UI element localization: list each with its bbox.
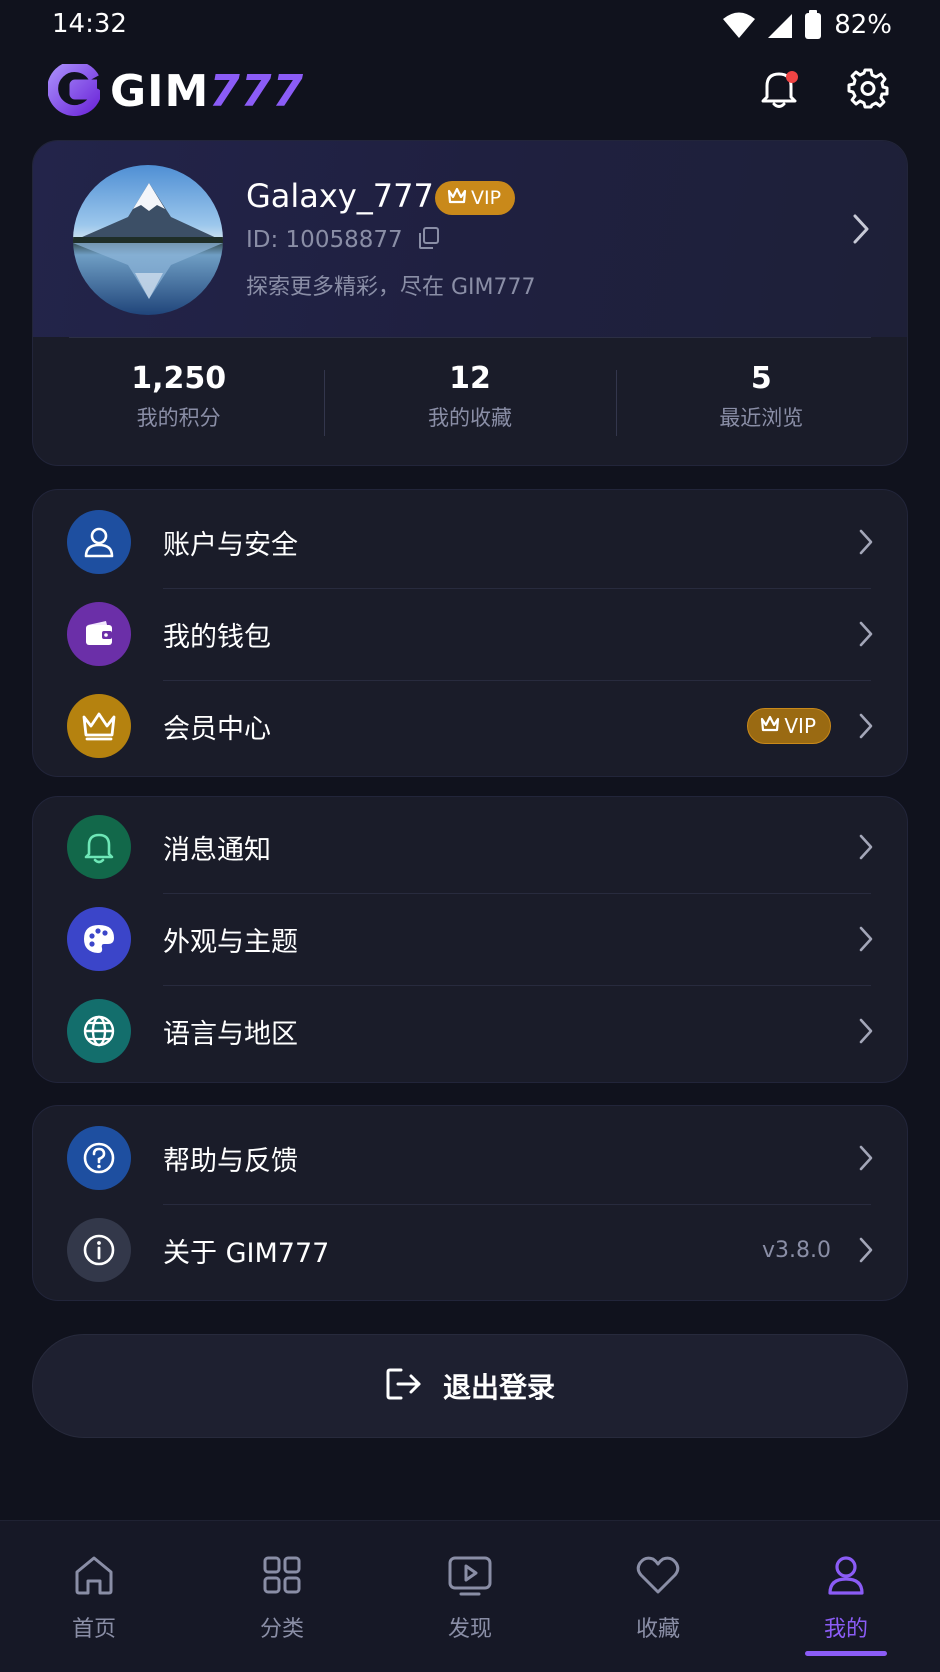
user-id-row: ID: 10058877 <box>246 226 441 254</box>
stat-recent[interactable]: 5 最近浏览 <box>615 338 907 465</box>
menu-group-support: 帮助与反馈 关于 GIM777 v3.8.0 <box>32 1105 908 1301</box>
menu-item-wallet[interactable]: 我的钱包 <box>33 588 907 680</box>
vip-badge: VIP <box>435 181 516 215</box>
logout-icon <box>385 1366 423 1406</box>
settings-button[interactable] <box>843 65 893 115</box>
signal-icon <box>766 11 794 39</box>
active-tab-indicator <box>805 1651 887 1656</box>
menu-item-notifications[interactable]: 消息通知 <box>33 801 907 893</box>
crown-icon <box>67 694 131 758</box>
tab-favorites[interactable]: 收藏 <box>564 1521 752 1672</box>
stat-label: 最近浏览 <box>719 405 804 430</box>
tab-label: 收藏 <box>635 1617 680 1642</box>
chevron-right-icon <box>857 1144 875 1176</box>
menu-item-membership[interactable]: 会员中心 VIP <box>33 680 907 772</box>
tab-categories[interactable]: 分类 <box>188 1521 376 1672</box>
wallet-icon <box>67 602 131 666</box>
battery-icon <box>804 10 822 40</box>
profile-summary[interactable]: Galaxy_777 VIP ID: 10058877 探索更多精彩，尽在 GI… <box>33 141 907 337</box>
menu-group-account: 账户与安全 我的钱包 会员中心 VIP <box>32 489 908 777</box>
tab-label: 发现 <box>447 1617 492 1642</box>
home-icon <box>72 1551 116 1599</box>
grid-icon <box>260 1551 304 1599</box>
stat-label: 我的积分 <box>136 405 221 430</box>
logout-label: 退出登录 <box>442 1371 555 1404</box>
menu-item-language[interactable]: 语言与地区 <box>33 985 907 1077</box>
menu-group-preferences: 消息通知 外观与主题 语言与地区 <box>32 796 908 1083</box>
wifi-icon <box>722 11 756 39</box>
menu-label: 会员中心 <box>163 713 271 745</box>
logo-mark-icon <box>47 61 102 120</box>
stat-value: 5 <box>750 360 772 396</box>
notifications-button[interactable] <box>754 65 804 115</box>
stats-row: 1,250 我的积分 12 我的收藏 5 最近浏览 <box>33 338 907 465</box>
menu-label: 账户与安全 <box>163 529 298 561</box>
vip-label: VIP <box>471 187 502 209</box>
menu-item-help[interactable]: 帮助与反馈 <box>33 1112 907 1204</box>
info-icon <box>67 1218 131 1282</box>
app-version: v3.8.0 <box>762 1237 831 1263</box>
stat-label: 我的收藏 <box>427 405 512 430</box>
tab-home[interactable]: 首页 <box>0 1521 188 1672</box>
vip-badge: VIP <box>747 708 831 744</box>
username: Galaxy_777 <box>246 177 434 215</box>
globe-icon <box>67 999 131 1063</box>
menu-label: 我的钱包 <box>163 621 271 653</box>
gear-icon <box>847 67 889 113</box>
tab-label: 我的 <box>823 1617 868 1642</box>
profile-card: Galaxy_777 VIP ID: 10058877 探索更多精彩，尽在 GI… <box>32 140 908 466</box>
logo-text: GIM777 <box>110 62 304 122</box>
menu-label: 消息通知 <box>163 834 271 866</box>
user-id: ID: 10058877 <box>246 227 403 253</box>
app-logo: GIM777 <box>47 61 304 122</box>
avatar[interactable] <box>73 165 223 315</box>
chevron-right-icon <box>857 528 875 560</box>
menu-label: 语言与地区 <box>163 1018 298 1050</box>
menu-item-about[interactable]: 关于 GIM777 v3.8.0 <box>33 1204 907 1296</box>
logo-text-accent: 777 <box>209 66 305 117</box>
chevron-right-icon <box>857 1017 875 1049</box>
tab-discover[interactable]: 发现 <box>376 1521 564 1672</box>
notification-dot <box>786 71 798 83</box>
heart-icon <box>635 1551 681 1599</box>
stat-favorites[interactable]: 12 我的收藏 <box>324 338 615 465</box>
copy-icon[interactable] <box>417 226 441 254</box>
bell-icon <box>67 815 131 879</box>
chevron-right-icon[interactable] <box>851 213 871 249</box>
chevron-right-icon <box>857 925 875 957</box>
play-icon <box>447 1551 493 1599</box>
chevron-right-icon <box>857 620 875 652</box>
bottom-tab-bar: 首页 分类 发现 收藏 我的 <box>0 1520 940 1672</box>
crown-icon <box>447 187 467 210</box>
menu-label: 关于 GIM777 <box>163 1237 330 1269</box>
tab-label: 分类 <box>259 1617 304 1642</box>
chevron-right-icon <box>857 1236 875 1268</box>
user-icon <box>67 510 131 574</box>
tab-profile[interactable]: 我的 <box>752 1521 940 1672</box>
stat-value: 1,250 <box>131 360 227 396</box>
chevron-right-icon <box>857 833 875 865</box>
status-indicators: 82% <box>722 8 892 42</box>
status-time: 14:32 <box>52 9 127 39</box>
menu-label: 帮助与反馈 <box>163 1145 298 1177</box>
battery-percent: 82% <box>834 10 892 40</box>
profile-tagline: 探索更多精彩，尽在 GIM777 <box>246 275 536 300</box>
tab-label: 首页 <box>71 1617 116 1642</box>
chevron-right-icon <box>857 712 875 744</box>
profile-screen: 14:32 82% GIM777 Galaxy_777 VIP ID: 1005… <box>0 0 940 1672</box>
stat-value: 12 <box>449 360 491 396</box>
menu-label: 外观与主题 <box>163 926 298 958</box>
profile-icon <box>824 1551 868 1599</box>
app-header: GIM777 <box>0 56 940 126</box>
menu-item-appearance[interactable]: 外观与主题 <box>33 893 907 985</box>
crown-icon <box>760 714 780 738</box>
status-bar: 14:32 82% <box>0 0 940 50</box>
logout-button[interactable]: 退出登录 <box>32 1334 908 1438</box>
logo-text-main: GIM <box>110 66 210 117</box>
stat-points[interactable]: 1,250 我的积分 <box>33 338 324 465</box>
palette-icon <box>67 907 131 971</box>
menu-item-account-security[interactable]: 账户与安全 <box>33 496 907 588</box>
help-icon <box>67 1126 131 1190</box>
vip-label: VIP <box>784 714 816 738</box>
